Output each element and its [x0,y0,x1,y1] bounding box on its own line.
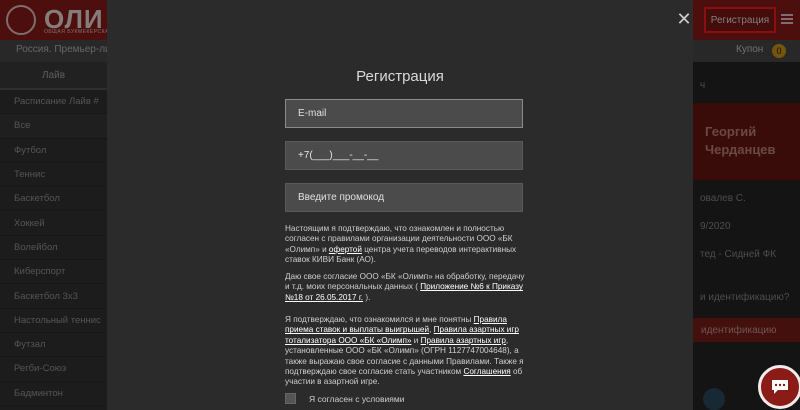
consent-text-1: Настоящим я подтверждаю, что ознакомлен … [285,224,525,266]
modal-title: Регистрация [356,68,444,85]
consent-text: Я подтверждаю, что ознакомился и мне пон… [285,315,474,324]
consent-text: ). [363,292,371,302]
agree-checkbox[interactable] [285,393,296,404]
offer-link[interactable]: офертой [329,245,362,254]
registration-modal: ✕ Регистрация Настоящим я подтверждаю, ч… [107,0,693,410]
phone-field[interactable] [285,141,523,170]
consent-text-2: Даю свое согласие ООО «БК «Олимп» на обр… [285,272,525,303]
agree-label: Я согласен с условиями [309,393,405,404]
consent-text: и [411,335,421,345]
chat-icon[interactable] [758,365,800,409]
consent-text-3: Я подтверждаю, что ознакомился и мне пон… [285,315,525,388]
agree-row[interactable]: Я согласен с условиями [285,393,404,404]
agreement-link[interactable]: Соглашения [463,367,510,376]
close-icon[interactable]: ✕ [675,10,693,28]
email-field[interactable] [285,99,523,128]
gambling-rules-link[interactable]: Правила азартных игр [421,336,506,345]
promo-code-field[interactable] [285,183,523,212]
